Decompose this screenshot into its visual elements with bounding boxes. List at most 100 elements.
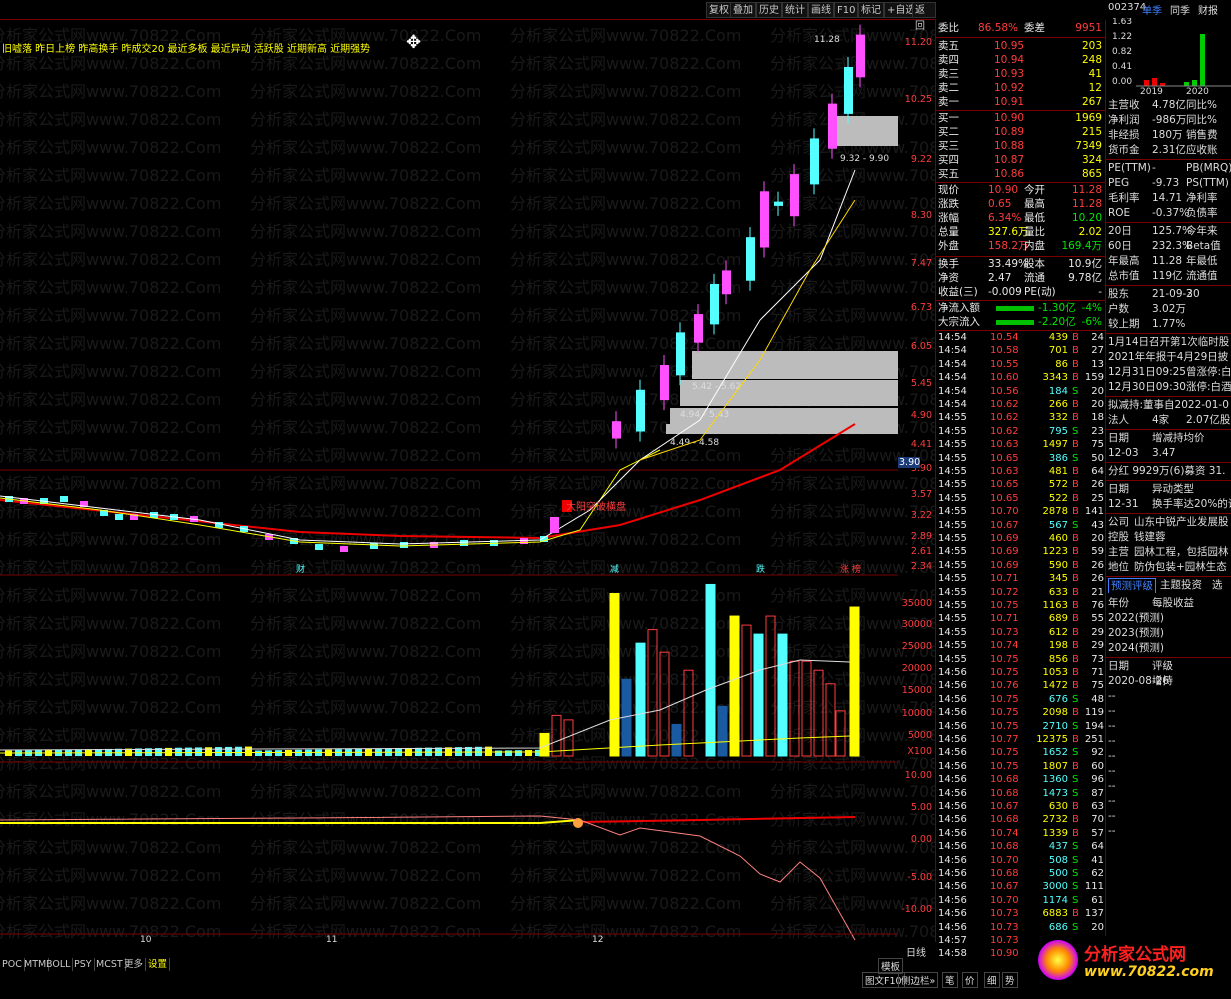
tick-price: 10.69 xyxy=(990,559,1019,571)
tick-side: B xyxy=(1072,479,1079,491)
tick-side: S xyxy=(1072,787,1079,799)
toolbar-btn-1[interactable]: 叠加 xyxy=(730,2,756,18)
tick-row: 14:55 10.62 795 S 23 xyxy=(938,425,1104,438)
dash-row-cell: -- xyxy=(1108,690,1116,702)
bottom-right-tab[interactable]: 价 xyxy=(962,972,978,988)
stat-label2: 最高 xyxy=(1024,198,1045,210)
tick-vol: 437 xyxy=(1048,841,1068,853)
tick-count: 20 xyxy=(1091,533,1104,544)
tick-price: 10.77 xyxy=(990,734,1019,745)
tick-row: 14:55 10.69 590 B 26 xyxy=(938,559,1104,572)
tick-row: 14:56 10.68 2732 B 70 xyxy=(938,813,1104,826)
bottom-tab-设置[interactable]: 设置 xyxy=(146,958,171,971)
tick-vol: 1174 xyxy=(1042,894,1068,906)
candle xyxy=(828,103,837,149)
stat2-value: -0.009 xyxy=(988,286,1022,298)
tick-count: 26 xyxy=(1091,573,1104,585)
tick-price: 10.65 xyxy=(990,452,1019,464)
tick-price: 10.75 xyxy=(990,707,1019,719)
dash-row-cell: -- xyxy=(1108,750,1116,762)
price-tick: 11.20 xyxy=(904,37,932,48)
tick-side: S xyxy=(1072,774,1079,786)
stat2-value: 2.47 xyxy=(988,272,1012,284)
tick-row: 14:55 10.65 386 S 50 xyxy=(938,452,1104,465)
flow-value: -2.20亿 xyxy=(1038,316,1076,328)
dash-row: -- xyxy=(1108,704,1231,719)
tick-count: 159 xyxy=(1084,372,1104,384)
bottom-right-tab[interactable]: 细 xyxy=(984,972,1000,988)
dash-row: -- xyxy=(1108,734,1231,749)
tick-side: B xyxy=(1072,827,1079,839)
tick-side: B xyxy=(1072,358,1079,370)
stat2-label: 收益(三) xyxy=(938,286,978,298)
stat2-row: 收益(三) -0.009 PE(动) - xyxy=(938,286,1104,299)
toolbar-btn-0[interactable]: 复权 xyxy=(706,2,732,18)
tick-vol: 676 xyxy=(1048,693,1068,705)
bottom-right-tab[interactable]: 笔 xyxy=(942,972,958,988)
indicator-tick: -5.00 xyxy=(907,872,932,883)
company-label: 控股 xyxy=(1108,531,1129,543)
forecast-tab[interactable]: 预测评级 xyxy=(1108,578,1156,593)
tick-side: B xyxy=(1072,546,1079,558)
candle xyxy=(550,517,559,533)
stat-label: 涨跌 xyxy=(938,198,959,210)
tick-vol: 198 xyxy=(1048,640,1068,652)
stat-label2: 今开 xyxy=(1024,184,1045,196)
tick-row: 14:55 10.63 481 B 64 xyxy=(938,465,1104,478)
candlestick-chart[interactable]: 9.32 - 9.905.42 - 5.624.94 - 5.434.49 - … xyxy=(0,20,898,942)
tick-time: 14:56 xyxy=(938,908,967,920)
fin-row-cell: 货币金 xyxy=(1108,144,1140,156)
tick-time: 14:54 xyxy=(938,372,967,384)
tick-side: B xyxy=(1072,439,1079,451)
news-row: 12月30日09:30涨停:白酒 xyxy=(1108,380,1231,395)
book-vol: 7349 xyxy=(1075,140,1102,152)
holder-row-cell: 股东 xyxy=(1108,288,1129,300)
tick-time: 14:55 xyxy=(938,586,967,598)
bottom-tab-MCST[interactable]: MCST xyxy=(94,958,126,971)
bottom-tab-更多[interactable]: 更多 xyxy=(122,958,147,971)
tick-vol: 1497 xyxy=(1042,439,1068,451)
toolbar-btn-2[interactable]: 历史 xyxy=(756,2,782,18)
volume-bar xyxy=(609,592,620,757)
bottom-tab-BOLL[interactable]: BOLL xyxy=(44,958,74,971)
tick-time: 14:55 xyxy=(938,600,967,611)
candle xyxy=(722,270,731,295)
toolbar-btn-8[interactable]: 返回 xyxy=(912,2,936,32)
candle xyxy=(115,514,123,520)
toolbar-btn-5[interactable]: F10 xyxy=(834,2,859,18)
event-tag: 减 xyxy=(610,563,619,575)
bottom-tab-PSY[interactable]: PSY xyxy=(72,958,95,971)
tick-row: 14:56 10.70 508 S 41 xyxy=(938,854,1104,867)
f10-code: 002374 xyxy=(1108,2,1147,13)
volume-bar xyxy=(671,723,682,757)
tick-row: 14:55 10.65 522 B 25 xyxy=(938,492,1104,505)
sep xyxy=(1106,285,1231,286)
sep xyxy=(1106,396,1231,397)
toolbar-btn-3[interactable]: 统计 xyxy=(782,2,808,18)
bottom-right-tab[interactable]: 侧边栏» xyxy=(898,972,939,988)
volume-tick: 10000 xyxy=(901,708,932,719)
bottom-right-tab[interactable]: 势 xyxy=(1002,972,1018,988)
toolbar-btn-4[interactable]: 画线 xyxy=(808,2,834,18)
flow-value: -1.30亿 xyxy=(1038,302,1076,314)
fin-row-cell: 应收账 xyxy=(1186,144,1218,156)
mini-ytick: 0.00 xyxy=(1112,77,1132,87)
volume-bar xyxy=(215,747,222,756)
book-vol: 1969 xyxy=(1075,112,1102,124)
forecast-tab[interactable]: 主题投资 xyxy=(1160,578,1202,593)
tick-side: S xyxy=(1072,854,1079,866)
tick-row: 14:55 10.75 856 B 73 xyxy=(938,653,1104,666)
val-row-cell: PEG xyxy=(1108,177,1130,189)
stat-row: 涨跌 0.65 最高 11.28 xyxy=(938,198,1104,211)
f10-tab[interactable]: 同季 xyxy=(1170,2,1190,17)
book-price: 10.87 xyxy=(994,154,1025,166)
tick-side: S xyxy=(1072,894,1079,906)
main-chart-area[interactable]: 旧嘘落 昨日上榜 昨高换手 昨成交20 最近多板 最近异动 活跃股 近期新高 近… xyxy=(0,20,936,942)
f10-tab[interactable]: 财报 xyxy=(1198,2,1218,17)
tick-vol: 184 xyxy=(1048,385,1068,397)
forecast-tab[interactable]: 选 xyxy=(1212,578,1223,593)
toolbar-btn-6[interactable]: 标记 xyxy=(858,2,884,18)
book-label: 买二 xyxy=(938,126,959,138)
time-label: 12 xyxy=(592,935,603,942)
f10-tab[interactable]: 单季 xyxy=(1142,2,1162,17)
